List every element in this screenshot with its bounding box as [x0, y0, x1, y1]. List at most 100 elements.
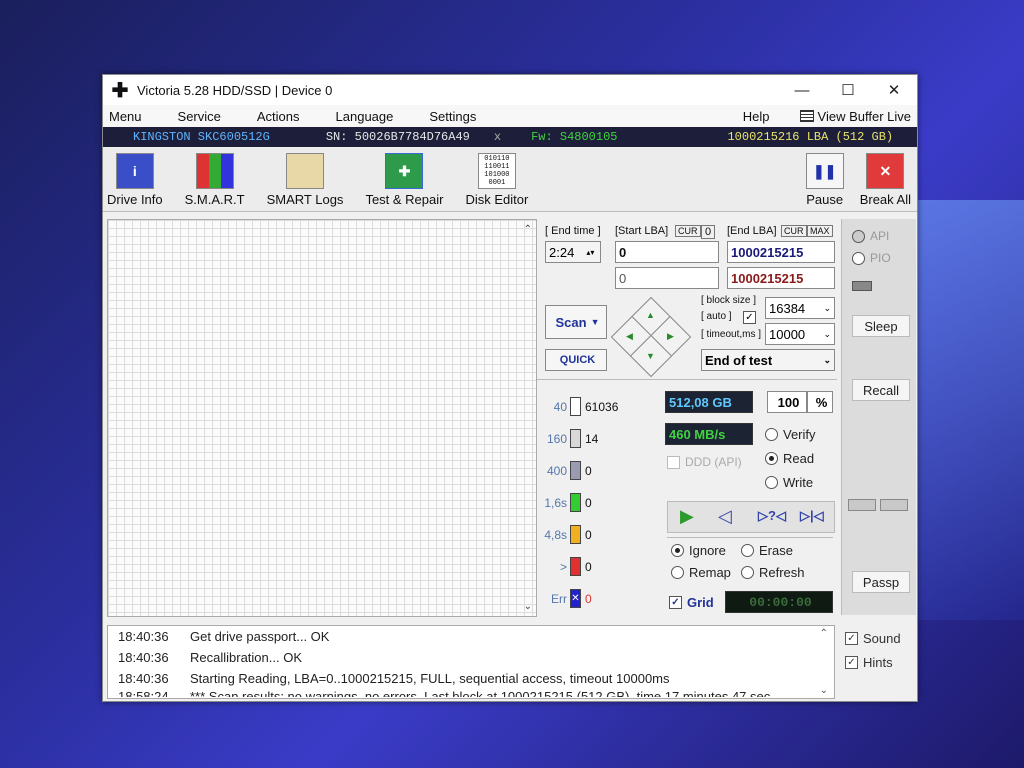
sound-checkbox[interactable]: ✓ Sound: [845, 631, 901, 646]
log-message: Recallibration... OK: [190, 650, 302, 665]
menu-service[interactable]: Service: [178, 109, 221, 124]
end-of-test-select[interactable]: End of test ⌄: [701, 349, 835, 371]
random-seek-icon[interactable]: ▷?◁: [758, 508, 786, 524]
chevron-up-icon[interactable]: ⌃: [820, 628, 828, 639]
ignore-radio[interactable]: Ignore: [671, 543, 726, 558]
test-repair-label: Test & Repair: [365, 192, 444, 207]
drive-info-bar: KINGSTON SKC600512G SN: 50026B7784D76A49…: [103, 127, 917, 147]
radio-indicator: [671, 566, 684, 579]
ddd-api-checkbox[interactable]: DDD (API): [667, 455, 742, 469]
test-repair-button[interactable]: ✚ Test & Repair: [365, 153, 443, 211]
block-size-label: [ block size ]: [701, 295, 757, 306]
scan-grid-map[interactable]: ⌃ ⌄: [107, 219, 537, 617]
play-icon[interactable]: ▶: [680, 506, 694, 527]
api-radio[interactable]: API: [852, 229, 889, 243]
side-small-button-right[interactable]: [880, 499, 908, 511]
grid-checkbox[interactable]: ✓ Grid: [669, 595, 714, 610]
drive-firmware: Fw: S4800105: [531, 130, 618, 144]
legend-swatch: [570, 557, 581, 576]
passp-button[interactable]: Passp: [852, 571, 910, 593]
sleep-button[interactable]: Sleep: [852, 315, 910, 337]
maximize-button[interactable]: ☐: [825, 81, 871, 99]
menu-help[interactable]: Help: [743, 109, 770, 124]
side-small-button-left[interactable]: [848, 499, 876, 511]
ddd-label: DDD (API): [685, 455, 742, 469]
end-cur-button[interactable]: CUR: [781, 225, 807, 237]
auto-checkbox[interactable]: ✓: [743, 311, 756, 324]
percent-value: 100: [767, 391, 807, 413]
timeout-select[interactable]: 10000 ⌄: [765, 323, 835, 345]
write-label: Write: [783, 475, 814, 490]
read-radio[interactable]: Read: [765, 451, 814, 466]
stop-x-icon: ✕: [866, 153, 905, 189]
pause-button[interactable]: ❚❚ Pause: [805, 153, 844, 211]
grid-label: Grid: [687, 595, 714, 610]
recall-button[interactable]: Recall: [852, 379, 910, 401]
chevron-down-icon[interactable]: ⌄: [524, 601, 532, 612]
quick-button[interactable]: QUICK: [545, 349, 607, 371]
reverse-icon[interactable]: ◁: [718, 506, 732, 527]
drive-info-label: Drive Info: [107, 192, 163, 207]
drive-info-button[interactable]: i Drive Info: [107, 153, 163, 211]
legend-label: >: [559, 559, 567, 574]
radio-indicator: [852, 229, 865, 243]
drive-serial: SN: 50026B7784D76A49: [325, 130, 470, 144]
end-time-field[interactable]: 2:24 ▴▾: [545, 241, 601, 263]
minimize-button[interactable]: —: [779, 82, 825, 99]
spinner-icon[interactable]: ▴▾: [586, 248, 594, 257]
binary-icon: 010110 110011 101000 0001: [477, 153, 516, 189]
chevron-down-icon: ⌄: [823, 328, 831, 339]
chevron-up-icon[interactable]: ⌃: [524, 224, 532, 235]
menu-menu[interactable]: Menu: [109, 109, 142, 124]
arrow-down-icon: ▼: [646, 351, 655, 361]
end-lba-current: 1000215215: [727, 267, 835, 289]
timeout-label: [ timeout,ms ]: [701, 329, 762, 340]
end-lba-field[interactable]: 1000215215: [727, 241, 835, 263]
folder-icon: [286, 153, 325, 189]
drive-model: KINGSTON SKC600512G: [133, 130, 270, 144]
end-max-button[interactable]: MAX: [807, 225, 833, 237]
chevron-down-icon: ⌄: [823, 302, 831, 313]
list-icon: [799, 110, 814, 122]
start-lba-field[interactable]: 0: [615, 241, 719, 263]
event-log[interactable]: 18:40:36 Get drive passport... OK 18:40:3…: [107, 625, 835, 699]
log-row: 18:40:36 Starting Reading, LBA=0..1000215…: [108, 668, 834, 689]
write-radio[interactable]: Write: [765, 475, 813, 490]
view-buffer-live[interactable]: View Buffer Live: [799, 109, 911, 124]
remap-radio[interactable]: Remap: [671, 565, 731, 580]
checkbox-box: ✓: [845, 656, 858, 669]
speed-value: 460 MB/s: [665, 423, 753, 445]
auto-label: [ auto ]: [701, 311, 732, 322]
log-time: 18:58:24: [118, 689, 169, 697]
smart-logs-button[interactable]: SMART Logs: [267, 153, 343, 211]
scan-controls: [ End time ] 2:24 ▴▾ [Start LBA] CUR 0 […: [537, 219, 837, 615]
disk-editor-button[interactable]: 010110 110011 101000 0001 Disk Editor: [465, 153, 528, 211]
hints-checkbox[interactable]: ✓ Hints: [845, 655, 893, 670]
verify-radio[interactable]: Verify: [765, 427, 816, 442]
window-title: Victoria 5.28 HDD/SSD | Device 0: [137, 82, 333, 98]
app-cross-icon: ✚: [111, 79, 129, 102]
refresh-radio[interactable]: Refresh: [741, 565, 805, 580]
chevron-down-icon[interactable]: ⌄: [820, 685, 828, 696]
drive-x[interactable]: x: [494, 130, 501, 144]
block-size-select[interactable]: 16384 ⌄: [765, 297, 835, 319]
start-lba-label: [Start LBA]: [615, 225, 669, 237]
erase-radio[interactable]: Erase: [741, 543, 793, 558]
radio-indicator: [852, 251, 865, 265]
start-cur-button[interactable]: CUR: [675, 225, 701, 237]
smart-button[interactable]: S.M.A.R.T: [185, 153, 245, 211]
pio-radio[interactable]: PIO: [852, 251, 891, 265]
butterfly-icon[interactable]: ▷|◁: [800, 508, 824, 524]
verify-label: Verify: [783, 427, 816, 442]
menu-actions[interactable]: Actions: [257, 109, 300, 124]
menu-language[interactable]: Language: [336, 109, 394, 124]
close-button[interactable]: ✕: [871, 81, 917, 99]
legend-swatch: [570, 461, 581, 480]
test-tubes-icon: [195, 153, 234, 189]
legend-label: 40: [553, 399, 567, 414]
erase-label: Erase: [759, 543, 793, 558]
break-all-button[interactable]: ✕ Break All: [860, 153, 911, 211]
menu-settings[interactable]: Settings: [429, 109, 476, 124]
scan-button[interactable]: Scan ▼: [545, 305, 607, 339]
main-toolbar: i Drive Info S.M.A.R.T SMART Logs ✚ Test…: [103, 147, 917, 212]
